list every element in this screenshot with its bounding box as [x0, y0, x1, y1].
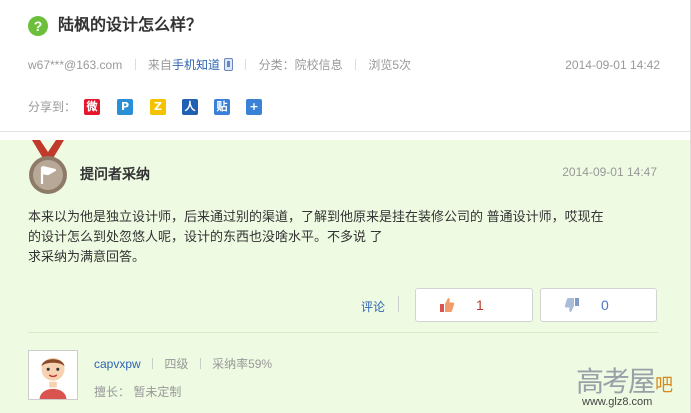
section-divider: [28, 332, 658, 333]
weibo-share-icon[interactable]: 微: [84, 99, 100, 115]
adopt-rate: 采纳率59%: [212, 357, 273, 371]
downvote-count: 0: [601, 297, 609, 313]
watermark-url: www.glz8.com: [582, 396, 653, 408]
answer-time: 2014-09-01 14:47: [562, 165, 657, 179]
site-watermark: 高考屋吧 www.glz8.com: [576, 360, 691, 413]
upvote-button[interactable]: 1: [415, 288, 533, 322]
meta-divider: [152, 358, 154, 369]
renren-share-icon[interactable]: 人: [182, 99, 198, 115]
author-email: w67***@163.com: [28, 58, 123, 72]
meta-divider: [245, 59, 247, 70]
category-label[interactable]: 分类：院校信息: [259, 58, 343, 72]
view-count: 浏览5次: [368, 58, 412, 72]
user-specialty: 擅长： 暂未定制: [94, 385, 182, 399]
meta-divider: [355, 59, 356, 70]
meta-divider: [199, 358, 201, 369]
question-card: ? 陆枫的设计怎么样？ w67***@163.com 来自手机知道 分类：院校信…: [0, 0, 690, 132]
thumbs-down-icon: [564, 298, 579, 312]
username-link[interactable]: capvxpw: [94, 357, 141, 371]
downvote-button[interactable]: 0: [540, 288, 657, 322]
user-info: capvxpw 四级 采纳率59%: [94, 355, 272, 372]
more-share-icon[interactable]: +: [246, 99, 262, 115]
thumbs-up-icon: [440, 298, 455, 312]
avatar-image: [29, 351, 77, 399]
meta-divider: [134, 59, 136, 70]
source-link[interactable]: 手机知道: [172, 58, 220, 72]
answer-line: 的设计怎么到处忽悠人呢，设计的东西也没啥水平。不多说 了: [28, 229, 383, 244]
watermark-logo: 高考屋吧: [576, 365, 673, 398]
answer-line: 求采纳为满意回答。: [28, 249, 146, 264]
tieba-share-icon[interactable]: 贴: [214, 99, 230, 115]
answer-body: 本来以为他是独立设计师，后来通过别的渠道，了解到他原来是挂在装修公司的 普通设计…: [28, 207, 658, 267]
answer-label: 提问者采纳: [80, 166, 150, 182]
user-level: 四级: [164, 357, 189, 371]
answer-line: 本来以为他是独立设计师，后来通过别的渠道，了解到他原来是挂在装修公司的 普通设计…: [28, 209, 604, 224]
source-prefix: 来自: [147, 58, 172, 72]
tencent-weibo-share-icon[interactable]: P: [117, 99, 133, 115]
medal-icon: [29, 140, 67, 194]
phone-icon[interactable]: [223, 58, 233, 71]
qzone-share-icon[interactable]: Z: [150, 99, 166, 115]
upvote-count: 1: [476, 297, 484, 313]
vertical-divider: [398, 296, 399, 312]
question-mark-icon: ?: [28, 16, 48, 36]
question-time: 2014-09-01 14:42: [565, 58, 660, 72]
question-title[interactable]: 陆枫的设计怎么样？: [58, 16, 202, 36]
question-meta: w67***@163.com 来自手机知道 分类：院校信息 浏览5次 2014-…: [28, 57, 660, 73]
share-label: 分享到：: [28, 100, 77, 114]
comment-link[interactable]: 评论: [361, 298, 385, 315]
avatar[interactable]: [28, 350, 78, 400]
